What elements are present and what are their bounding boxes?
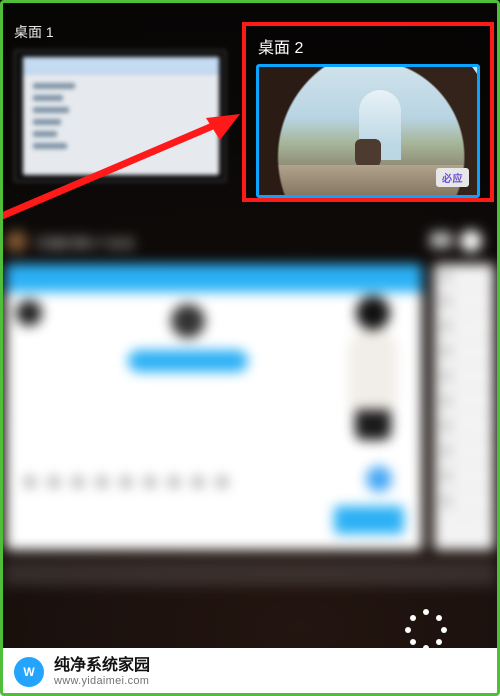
annotation-red-box: 桌面 2 必应	[242, 22, 494, 202]
contact-avatar-icon	[171, 304, 205, 338]
desktop-1-thumbnail[interactable]	[14, 50, 226, 182]
list-item[interactable]	[434, 489, 494, 514]
settings-gear-icon[interactable]	[460, 230, 482, 252]
loading-dots-icon	[404, 608, 448, 652]
avatar-icon	[16, 300, 42, 326]
chat-bubble	[128, 350, 248, 372]
contact-list-window[interactable]	[434, 264, 494, 550]
desktop-2-selected-border[interactable]: 必应	[256, 64, 480, 198]
desktop-1-app-window	[23, 57, 219, 175]
list-item[interactable]	[434, 464, 494, 489]
window-preview-title: 花猫的第3个会话	[36, 233, 134, 252]
desktop-2-label: 桌面 2	[258, 34, 480, 58]
desktop-2-wrap[interactable]: 桌面 2 必应	[240, 22, 500, 208]
send-button[interactable]	[334, 506, 404, 534]
chat-app-window[interactable]	[6, 264, 422, 550]
desktop-1-label: 桌面 1	[14, 22, 240, 42]
send-area[interactable]	[24, 504, 404, 534]
desktop-2-wallpaper-thumb: 必应	[259, 67, 477, 195]
self-mini-avatar-icon	[366, 466, 392, 492]
watermark-site-name: 纯净系统家园	[54, 657, 150, 675]
list-item[interactable]	[434, 439, 494, 464]
list-item[interactable]	[434, 339, 494, 364]
list-item[interactable]	[434, 289, 494, 314]
task-view-screenshot: 桌面 1 桌面 2 必应	[0, 0, 500, 696]
window-minimize-icon[interactable]	[430, 232, 452, 248]
list-item[interactable]	[434, 414, 494, 439]
watermark-logo-icon: W	[14, 657, 44, 687]
chat-message-area	[78, 304, 298, 434]
watermark-site-url: www.yidaimei.com	[54, 675, 150, 687]
list-item[interactable]	[434, 314, 494, 339]
app-avatar-icon	[6, 231, 28, 253]
qq-show-character	[338, 296, 408, 446]
chat-left-avatar	[16, 300, 42, 326]
wallpaper-source-tag: 必应	[436, 168, 469, 187]
list-item[interactable]	[434, 264, 494, 289]
open-windows-area: 花猫的第3个会话	[0, 226, 500, 620]
chat-app-titlebar	[6, 264, 422, 292]
watermark-bar: W 纯净系统家园 www.yidaimei.com	[0, 648, 500, 696]
window-preview-header: 花猫的第3个会话	[6, 226, 494, 258]
secondary-window-preview[interactable]	[4, 560, 496, 586]
input-toolbar[interactable]	[24, 476, 302, 490]
desktop-1-wrap[interactable]: 桌面 1	[0, 22, 240, 208]
list-item[interactable]	[434, 364, 494, 389]
virtual-desktops-row: 桌面 1 桌面 2 必应	[0, 22, 500, 208]
list-item[interactable]	[434, 389, 494, 414]
